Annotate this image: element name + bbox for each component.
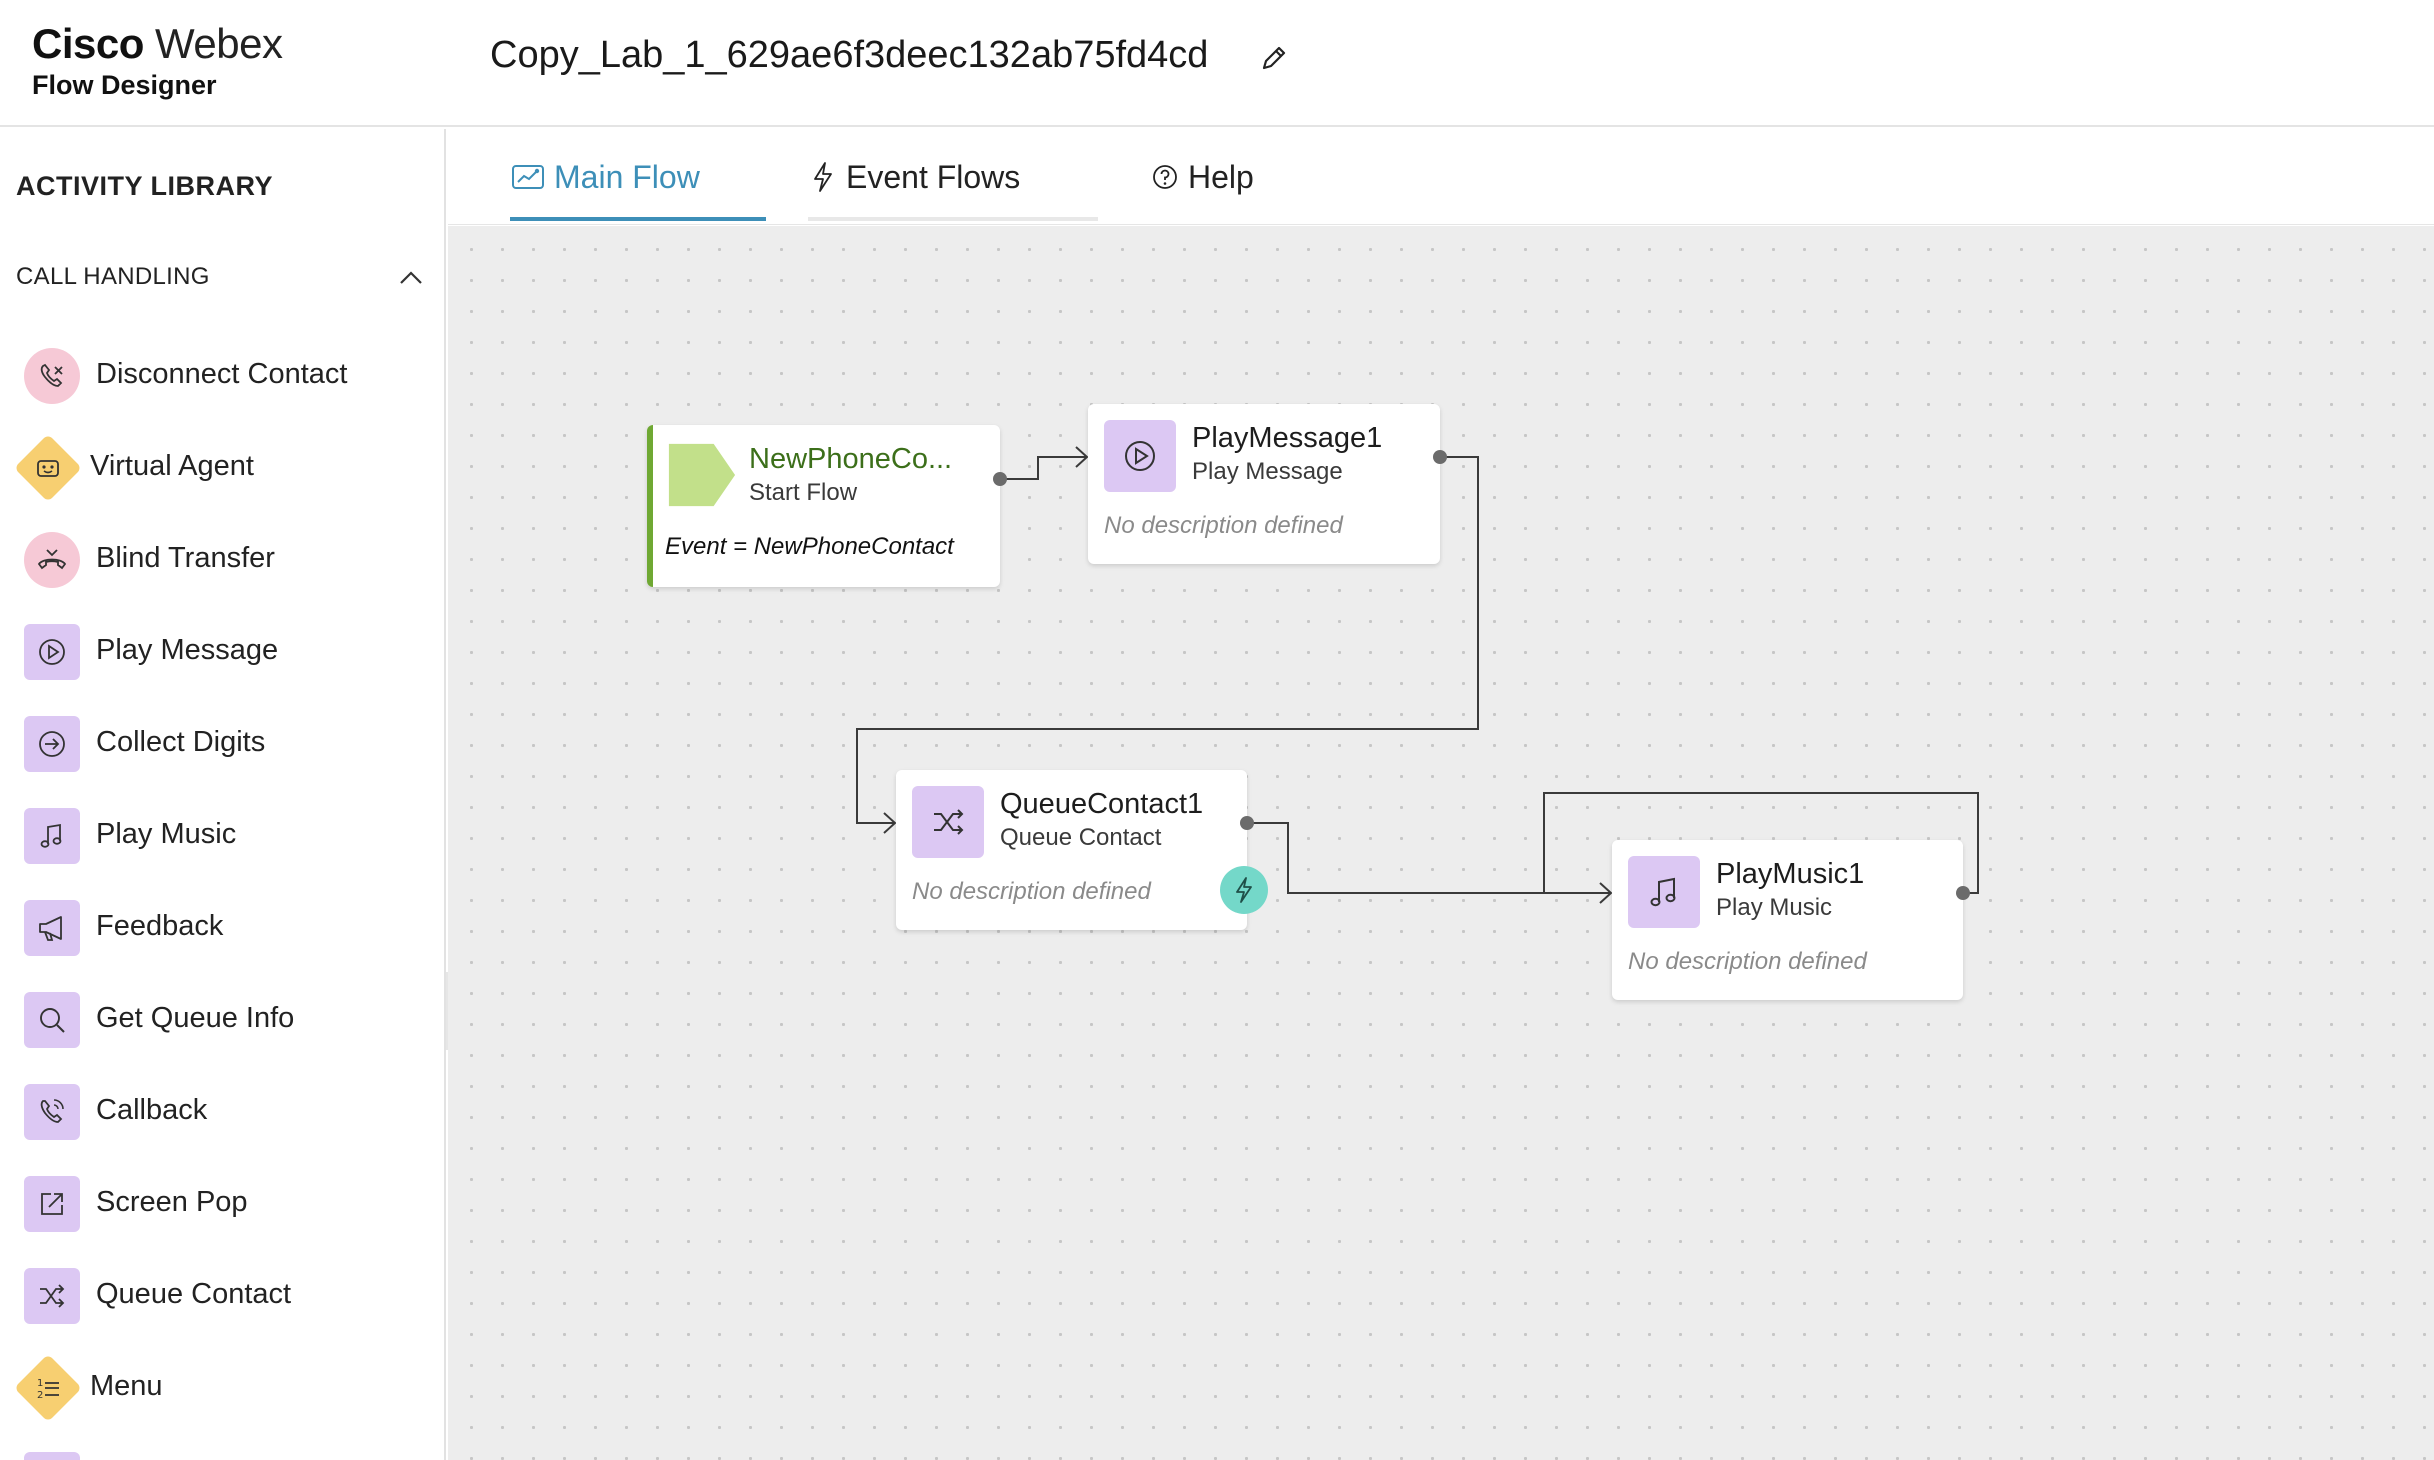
node-type: Play Message <box>1192 458 1343 485</box>
music-note-icon <box>24 808 80 864</box>
shuffle-icon <box>24 1268 80 1324</box>
activity-blind-transfer[interactable]: Blind Transfer <box>0 518 440 598</box>
music-note-icon <box>1628 856 1700 928</box>
node-description: No description defined <box>1104 512 1343 539</box>
activity-disconnect-contact[interactable]: Disconnect Contact <box>0 334 440 414</box>
activity-feedback[interactable]: Feedback <box>0 886 440 966</box>
section-call-handling[interactable]: CALL HANDLING <box>16 263 210 291</box>
activity-label: Virtual Agent <box>90 450 254 482</box>
bot-icon <box>14 434 82 502</box>
lightning-icon <box>1236 877 1252 903</box>
node-type: Start Flow <box>749 479 858 506</box>
event-lightning-badge[interactable] <box>1220 866 1268 914</box>
numbered-list-icon: 12 <box>14 1354 82 1422</box>
node-start-flow[interactable]: NewPhoneCo... Start Flow Event = NewPhon… <box>647 425 1000 587</box>
flow-icon <box>512 165 544 189</box>
arrow-circle-icon <box>24 716 80 772</box>
node-description: No description defined <box>912 878 1151 905</box>
activity-virtual-agent[interactable]: Virtual Agent <box>0 426 440 506</box>
output-port[interactable] <box>1433 450 1447 464</box>
flow-tabs: Main Flow Event Flows Help <box>448 129 2434 225</box>
library-title: ACTIVITY LIBRARY <box>16 171 274 201</box>
tab-label: Event Flows <box>846 158 1021 195</box>
output-port[interactable] <box>993 472 1007 486</box>
activity-collect-digits[interactable]: Collect Digits <box>0 702 440 782</box>
node-type: Queue Contact <box>1000 824 1162 851</box>
svg-text:1: 1 <box>37 1378 43 1389</box>
tab-label: Main Flow <box>554 158 700 195</box>
product-name: Flow Designer <box>32 70 217 100</box>
activity-screen-pop[interactable]: Screen Pop <box>0 1162 440 1242</box>
activity-label: Queue Contact <box>96 1278 292 1310</box>
activity-label: Callback <box>96 1094 208 1126</box>
pencil-icon[interactable] <box>1258 42 1290 74</box>
node-play-music[interactable]: PlayMusic1 Play Music No description def… <box>1612 840 1963 1000</box>
tab-indicator <box>808 217 1098 221</box>
node-description: No description defined <box>1628 948 1867 975</box>
tab-help[interactable]: Help <box>1098 129 1268 225</box>
node-title: PlayMessage1 <box>1192 422 1383 454</box>
node-event: Event = NewPhoneContact <box>665 533 954 560</box>
flow-canvas[interactable] <box>448 226 2434 1460</box>
activity-label: Get Queue Info <box>96 1002 295 1034</box>
activity-label: Blind Transfer <box>96 542 275 574</box>
output-port[interactable] <box>1956 886 1970 900</box>
output-port[interactable] <box>1240 816 1254 830</box>
activity-play-music[interactable]: Play Music <box>0 794 440 874</box>
lightning-icon <box>814 162 832 192</box>
activity-label: Play Message <box>96 634 279 666</box>
tab-indicator <box>510 217 766 221</box>
megaphone-icon <box>24 900 80 956</box>
brand-bold: Cisco <box>32 20 144 67</box>
chevron-up-icon[interactable] <box>396 263 426 293</box>
node-play-message[interactable]: PlayMessage1 Play Message No description… <box>1088 404 1440 564</box>
brand-light: Webex <box>155 20 283 67</box>
flow-name: Copy_Lab_1_629ae6f3deec132ab75fd4cd <box>490 34 1209 76</box>
app-logo: Cisco Webex <box>32 20 283 68</box>
node-title: NewPhoneCo... <box>749 443 953 475</box>
external-link-icon <box>24 1176 80 1232</box>
activity-get-queue-info[interactable]: Get Queue Info <box>0 978 440 1058</box>
activity-partial[interactable] <box>0 1438 440 1460</box>
play-circle-icon <box>24 624 80 680</box>
node-queue-contact[interactable]: QueueContact1 Queue Contact No descripti… <box>896 770 1247 930</box>
activity-menu[interactable]: 12 Menu <box>0 1346 440 1426</box>
node-title: PlayMusic1 <box>1716 858 1865 890</box>
help-circle-icon <box>1153 165 1177 189</box>
activity-play-message[interactable]: Play Message <box>0 610 440 690</box>
phone-callback-icon <box>24 1084 80 1140</box>
activity-label: Disconnect Contact <box>96 358 348 390</box>
play-circle-icon <box>1104 420 1176 492</box>
shuffle-icon <box>912 786 984 858</box>
activity-label: Play Music <box>96 818 237 850</box>
activity-label: Feedback <box>96 910 224 942</box>
activity-label: Screen Pop <box>96 1186 248 1218</box>
app-header: Cisco Webex Flow Designer Copy_Lab_1_629… <box>0 0 2434 127</box>
phone-disconnect-icon <box>24 348 80 404</box>
search-icon <box>24 992 80 1048</box>
activity-label: Menu <box>90 1370 163 1402</box>
activity-icon <box>24 1452 80 1460</box>
phone-transfer-icon <box>24 532 80 588</box>
activity-callback[interactable]: Callback <box>0 1070 440 1150</box>
tab-label: Help <box>1188 158 1254 195</box>
node-title: QueueContact1 <box>1000 788 1204 820</box>
start-flag-icon <box>665 439 737 511</box>
tab-event-flows[interactable]: Event Flows <box>808 129 1098 225</box>
svg-text:2: 2 <box>37 1390 43 1401</box>
activity-label: Collect Digits <box>96 726 266 758</box>
activity-queue-contact[interactable]: Queue Contact <box>0 1254 440 1334</box>
tab-main-flow[interactable]: Main Flow <box>510 129 766 225</box>
activity-library-panel: ACTIVITY LIBRARY CALL HANDLING Disconnec… <box>0 129 446 1460</box>
node-type: Play Music <box>1716 894 1833 921</box>
